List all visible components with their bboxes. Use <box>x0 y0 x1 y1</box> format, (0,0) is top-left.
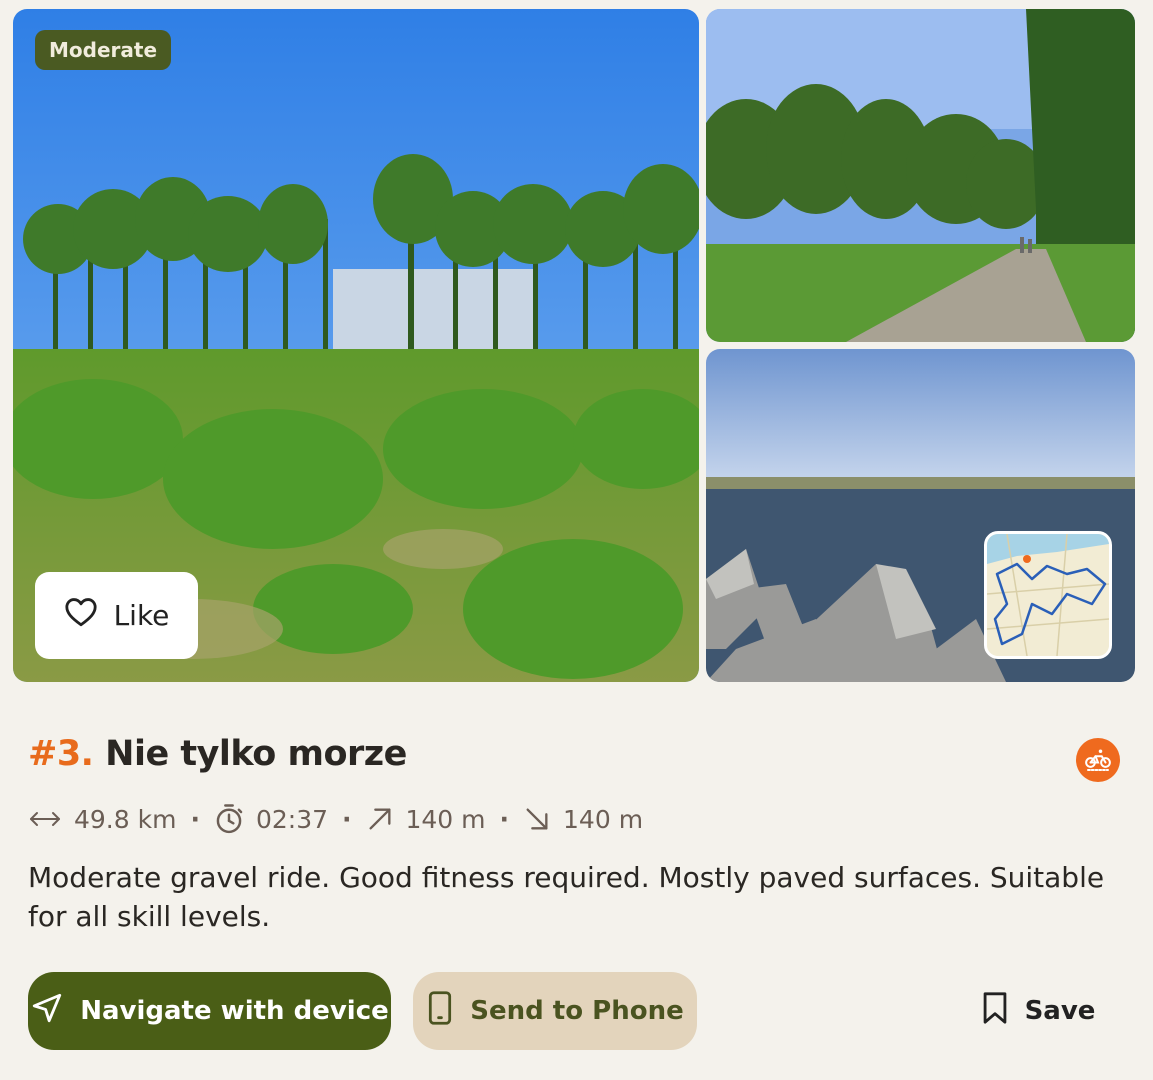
save-label: Save <box>1024 996 1096 1026</box>
route-stats: 49.8 km · 02:37 · 140 m · 140 m <box>28 798 643 840</box>
send-to-phone-button[interactable]: Send to Phone <box>413 972 697 1050</box>
route-description: Moderate gravel ride. Good fitness requi… <box>28 861 1105 933</box>
descent-stat: 140 m <box>523 805 643 834</box>
duration-value: 02:37 <box>255 804 328 834</box>
distance-icon <box>28 809 62 829</box>
stopwatch-icon <box>214 803 244 835</box>
descent-value: 140 m <box>563 804 644 834</box>
distance-value: 49.8 km <box>74 804 177 834</box>
duration-stat: 02:37 <box>214 803 328 835</box>
bike-icon <box>1076 738 1120 782</box>
heart-icon <box>64 596 98 635</box>
arrow-down-right-icon <box>523 805 551 833</box>
arrow-up-right-icon <box>366 805 394 833</box>
distance-stat: 49.8 km <box>28 805 176 834</box>
like-label: Like <box>113 599 170 632</box>
navigate-label: Navigate with device <box>80 996 389 1026</box>
navigation-arrow-icon <box>30 991 64 1032</box>
forest-path-photo[interactable] <box>706 9 1135 342</box>
phone-icon <box>426 990 454 1033</box>
send-to-phone-label: Send to Phone <box>470 996 684 1026</box>
route-rank: #3. <box>28 734 94 774</box>
separator: · <box>190 804 200 834</box>
difficulty-badge: Moderate <box>35 30 172 70</box>
route-name: Nie tylko morze <box>105 734 407 774</box>
separator: · <box>499 804 510 834</box>
separator: · <box>342 804 352 834</box>
route-map-thumbnail[interactable] <box>984 531 1112 659</box>
bookmark-icon <box>981 991 1009 1032</box>
like-button[interactable]: Like <box>35 572 198 659</box>
save-button[interactable]: Save <box>968 972 1108 1050</box>
route-title: #3. Nie tylko morze <box>28 734 407 774</box>
ascent-value: 140 m <box>405 804 486 834</box>
ascent-stat: 140 m <box>366 805 486 834</box>
navigate-button[interactable]: Navigate with device <box>28 972 391 1050</box>
